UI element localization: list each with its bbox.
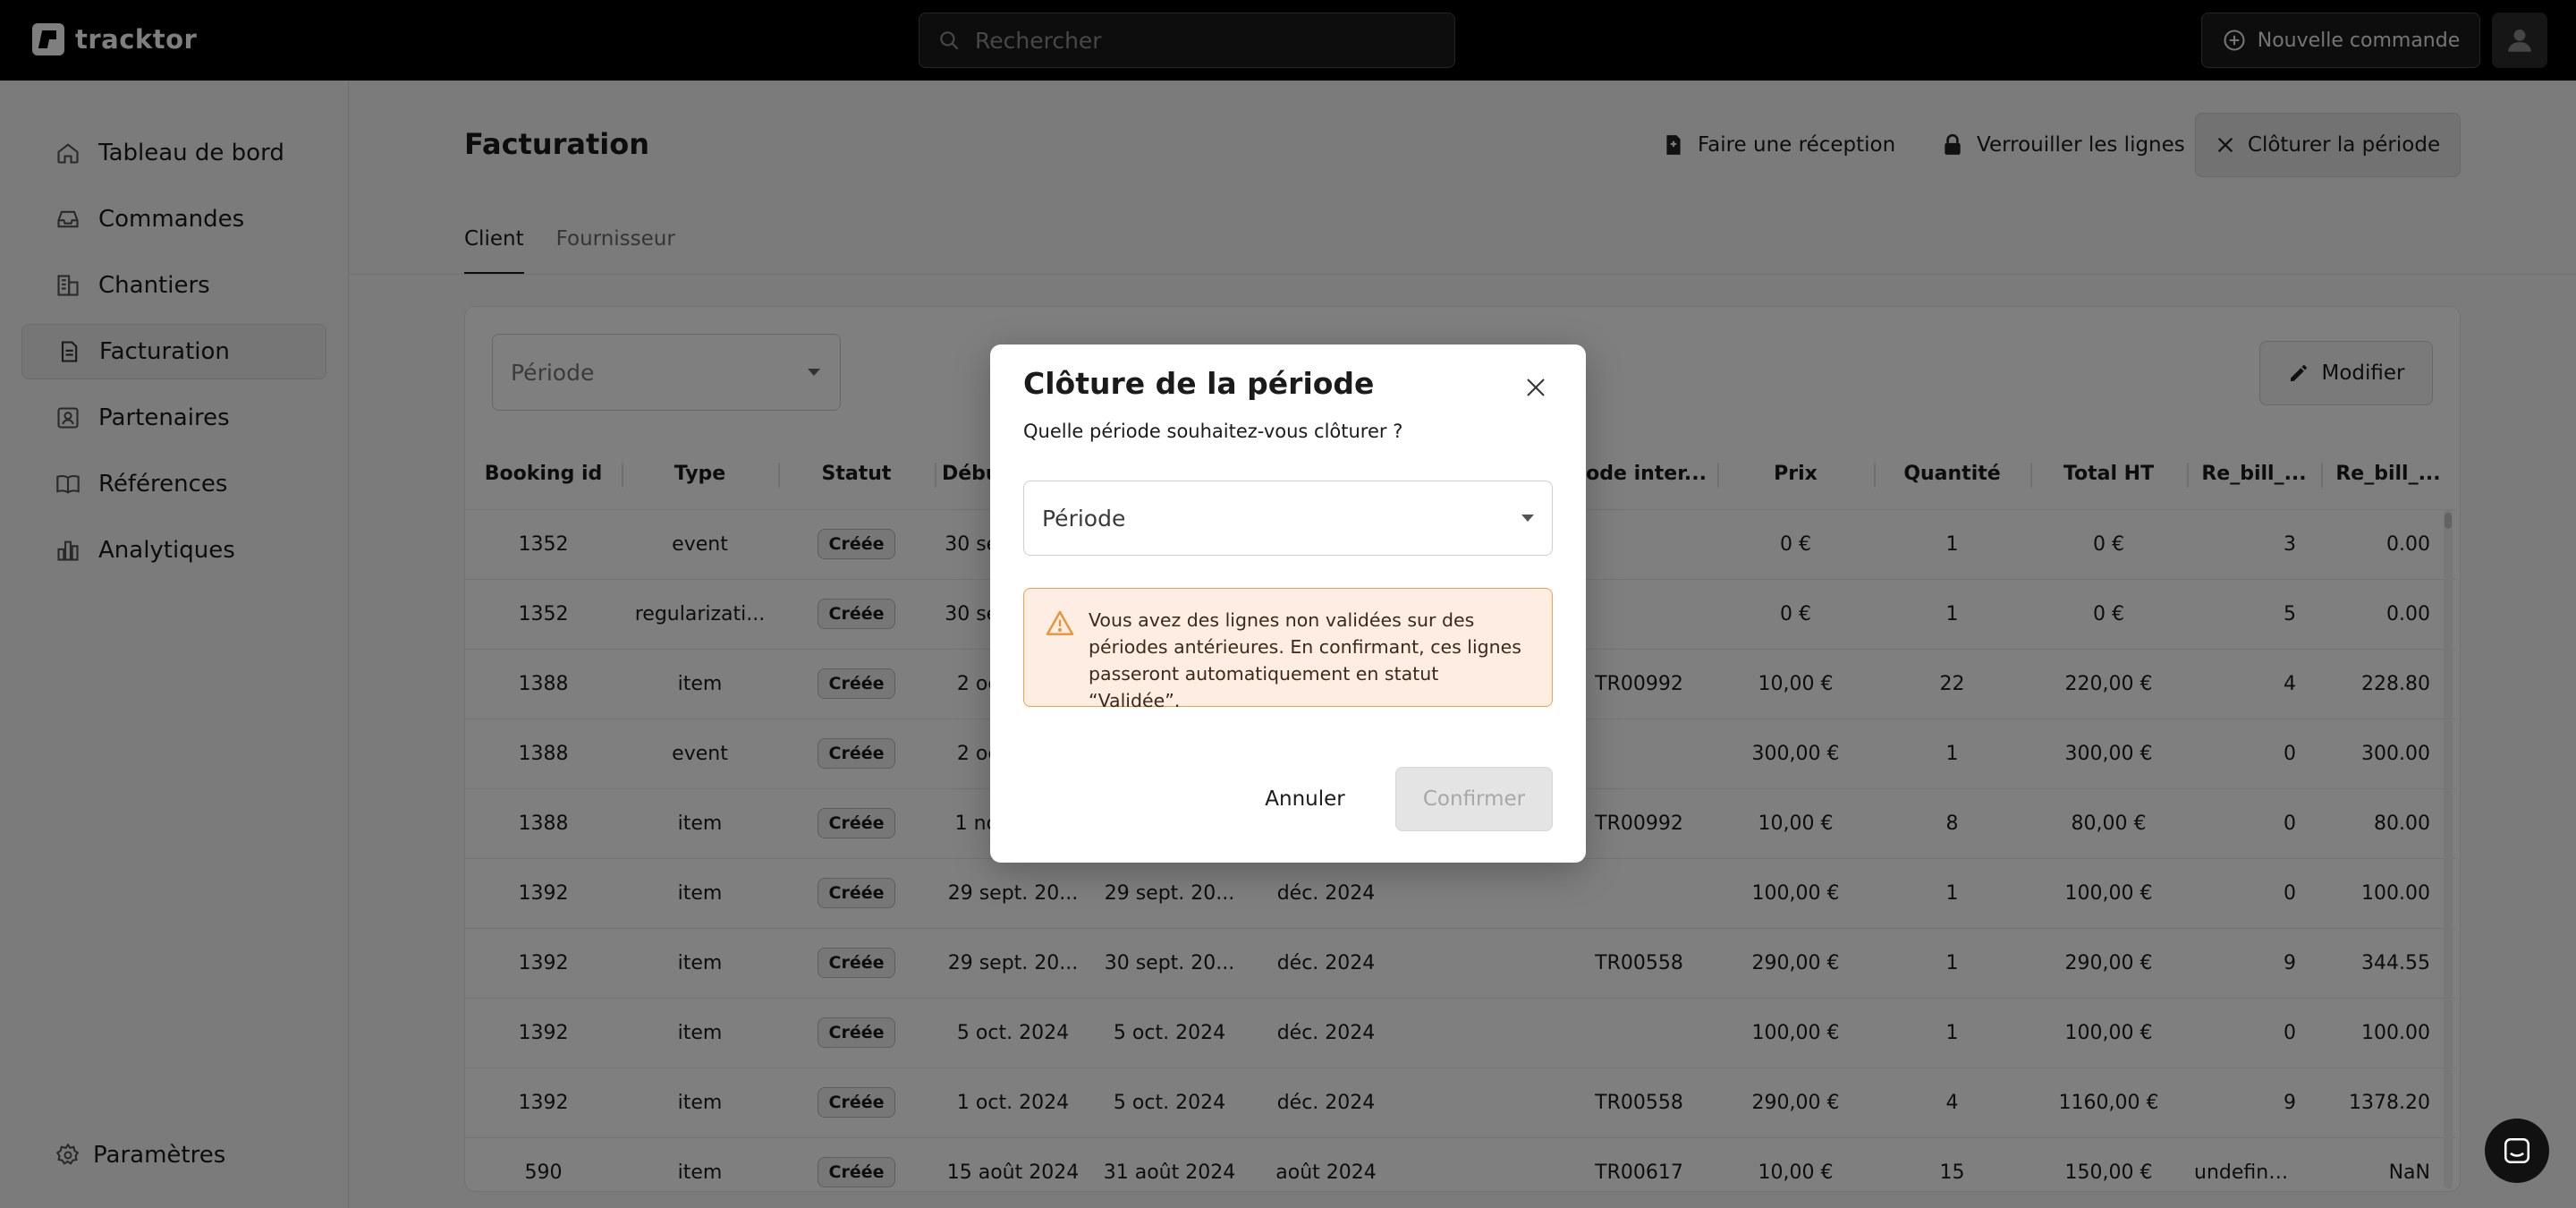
dialog-title: Clôture de la période: [1023, 366, 1375, 401]
dialog-close-button[interactable]: [1520, 371, 1552, 404]
dialog-period-select[interactable]: Période: [1023, 481, 1553, 556]
warning-text: Vous avez des lignes non validées sur de…: [1089, 609, 1521, 711]
dropdown-arrow-icon: [1521, 515, 1534, 522]
close-icon: [1527, 379, 1545, 396]
chat-launcher-button[interactable]: [2485, 1119, 2549, 1183]
chat-icon: [2504, 1137, 2530, 1164]
dialog-period-value: Période: [1042, 505, 1126, 532]
confirm-button[interactable]: Confirmer: [1395, 767, 1553, 831]
close-period-dialog: Clôture de la période Quelle période sou…: [990, 345, 1586, 863]
warning-alert: Vous avez des lignes non validées sur de…: [1023, 588, 1553, 711]
cancel-button[interactable]: Annuler: [1252, 767, 1358, 831]
warning-icon: [1046, 610, 1074, 635]
dialog-question: Quelle période souhaitez-vous clôturer ?: [1023, 421, 1403, 442]
